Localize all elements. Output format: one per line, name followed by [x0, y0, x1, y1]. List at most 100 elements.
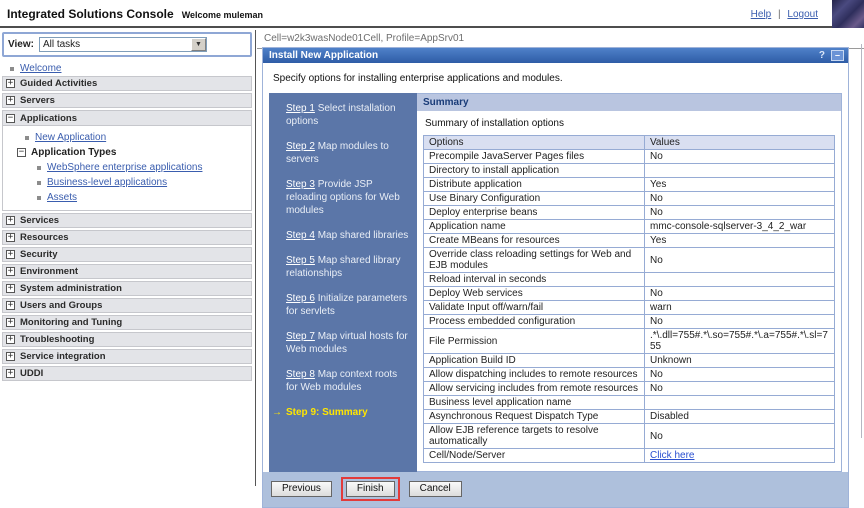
- table-row-file-permission: File Permission.*\.dll=755#.*\.so=755#.*…: [424, 329, 835, 354]
- option-cell: Directory to install application: [424, 164, 645, 178]
- expand-icon[interactable]: +: [6, 96, 15, 105]
- sidebar-section-header-monitoring-and-tuning[interactable]: +Monitoring and Tuning: [2, 315, 252, 330]
- expand-icon[interactable]: +: [6, 250, 15, 259]
- sidebar-section-service-integration: +Service integration: [2, 349, 252, 364]
- wizard-step-step-4[interactable]: Step 4 Map shared libraries: [286, 229, 409, 242]
- step-link-step-1[interactable]: Step 1: [286, 103, 315, 114]
- step-link-step-4[interactable]: Step 4: [286, 230, 315, 241]
- logout-link[interactable]: Logout: [787, 9, 818, 20]
- sidebar-section-label: Security: [20, 249, 58, 260]
- wizard-steps-panel: Step 1 Select installation options Step 2…: [269, 93, 417, 472]
- option-cell: Distribute application: [424, 178, 645, 192]
- step-link-step-2[interactable]: Step 2: [286, 141, 315, 152]
- sidebar-link-new-application[interactable]: New Application: [35, 132, 106, 143]
- sidebar-link-welcome[interactable]: Welcome: [20, 63, 62, 74]
- wizard-step-step-7[interactable]: Step 7 Map virtual hosts for Web modules: [286, 330, 409, 356]
- sidebar-section-header-guided-activities[interactable]: +Guided Activities: [2, 76, 252, 91]
- finish-annotation-box: Finish: [341, 477, 400, 501]
- view-label: View:: [8, 39, 34, 50]
- wizard-step-step-8[interactable]: Step 8 Map context roots for Web modules: [286, 368, 409, 394]
- sidebar-section-label: UDDI: [20, 368, 43, 379]
- wizard-step-step-3[interactable]: Step 3 Provide JSP reloading options for…: [286, 178, 409, 217]
- top-header: Integrated Solutions ConsoleWelcome mule…: [0, 0, 864, 28]
- expand-icon[interactable]: +: [6, 79, 15, 88]
- sidebar: View: All tasks ▼ Welcome +Guided Activit…: [0, 30, 256, 486]
- table-row-asynchronous-request-dispatch-type: Asynchronous Request Dispatch TypeDisabl…: [424, 410, 835, 424]
- sidebar-section-monitoring-and-tuning: +Monitoring and Tuning: [2, 315, 252, 330]
- sidebar-section-header-troubleshooting[interactable]: +Troubleshooting: [2, 332, 252, 347]
- sidebar-link-business-level-applications[interactable]: Business-level applications: [47, 177, 167, 188]
- step-link-step-6[interactable]: Step 6: [286, 293, 315, 304]
- minimize-icon[interactable]: –: [831, 50, 844, 61]
- view-select[interactable]: All tasks ▼: [39, 37, 207, 52]
- sidebar-section-security: + Security: [2, 247, 252, 262]
- option-cell: Precompile JavaServer Pages files: [424, 150, 645, 164]
- step-link-step-8[interactable]: Step 8: [286, 369, 315, 380]
- expand-icon[interactable]: +: [6, 318, 15, 327]
- sidebar-item-assets[interactable]: Assets: [3, 190, 251, 205]
- summary-subtitle: Summary of installation options: [425, 118, 835, 129]
- expand-icon[interactable]: +: [6, 267, 15, 276]
- sidebar-link-assets[interactable]: Assets: [47, 192, 77, 203]
- value-cell: Click here: [645, 449, 835, 463]
- value-cell: No: [645, 382, 835, 396]
- table-row-directory-to-install-application: Directory to install application: [424, 164, 835, 178]
- sidebar-section-header-users-and-groups[interactable]: +Users and Groups: [2, 298, 252, 313]
- sidebar-section-header-applications[interactable]: −Applications: [3, 111, 251, 126]
- expand-icon[interactable]: +: [6, 233, 15, 242]
- wizard-title: Install New Application: [269, 50, 378, 61]
- app-title-text: Integrated Solutions Console: [7, 7, 174, 21]
- collapse-icon[interactable]: −: [6, 114, 15, 123]
- cancel-button[interactable]: Cancel: [409, 481, 462, 497]
- sidebar-section-header-service-integration[interactable]: +Service integration: [2, 349, 252, 364]
- table-row-allow-dispatching-includes-to-remote-resources: Allow dispatching includes to remote res…: [424, 368, 835, 382]
- value-link-cell-node-server[interactable]: Click here: [650, 450, 694, 461]
- expand-icon[interactable]: +: [6, 301, 15, 310]
- expand-icon[interactable]: +: [6, 284, 15, 293]
- sidebar-item-welcome[interactable]: Welcome: [2, 61, 252, 76]
- sidebar-item-new-application[interactable]: New Application: [3, 130, 251, 145]
- option-cell: Validate Input off/warn/fail: [424, 301, 645, 315]
- sidebar-nav: Welcome+Guided Activities+Servers−Applic…: [2, 61, 252, 381]
- sidebar-section-header-services[interactable]: +Services: [2, 213, 252, 228]
- panel-help-icon[interactable]: ?: [819, 50, 825, 61]
- expand-icon[interactable]: +: [6, 335, 15, 344]
- wizard-step-step-5[interactable]: Step 5 Map shared library relationships: [286, 254, 409, 280]
- sidebar-subsection-application-types[interactable]: −Application Types: [3, 145, 251, 160]
- wizard-step-step-2[interactable]: Step 2 Map modules to servers: [286, 140, 409, 166]
- sidebar-section-header-security[interactable]: + Security: [2, 247, 252, 262]
- sidebar-link-websphere-enterprise-applications[interactable]: WebSphere enterprise applications: [47, 162, 202, 173]
- option-cell: Deploy enterprise beans: [424, 206, 645, 220]
- step-link-step-7[interactable]: Step 7: [286, 331, 315, 342]
- help-link[interactable]: Help: [751, 9, 772, 20]
- banner-graphic: [832, 0, 864, 28]
- wizard-step-step-9-summary: →Step 9: Summary: [286, 406, 409, 419]
- sidebar-section-label: Servers: [20, 95, 55, 106]
- sidebar-section-header-system-administration[interactable]: +System administration: [2, 281, 252, 296]
- dropdown-arrow-icon[interactable]: ▼: [191, 38, 206, 51]
- sidebar-item-business-level-applications[interactable]: Business-level applications: [3, 175, 251, 190]
- header-link-divider: |: [778, 9, 781, 20]
- sidebar-section-header-uddi[interactable]: + UDDI: [2, 366, 252, 381]
- wizard-titlebar: Install New Application ? –: [263, 48, 848, 63]
- sidebar-section-header-servers[interactable]: + Servers: [2, 93, 252, 108]
- expand-icon[interactable]: +: [6, 216, 15, 225]
- wizard-step-step-6[interactable]: Step 6 Initialize parameters for servlet…: [286, 292, 409, 318]
- sidebar-item-websphere-enterprise-applications[interactable]: WebSphere enterprise applications: [3, 160, 251, 175]
- expand-icon[interactable]: +: [6, 352, 15, 361]
- expand-icon[interactable]: +: [6, 369, 15, 378]
- wizard-content-panel: Summary Summary of installation options …: [417, 93, 842, 472]
- sidebar-section-header-environment[interactable]: +Environment: [2, 264, 252, 279]
- install-wizard-panel: Install New Application ? – Specify opti…: [262, 47, 849, 508]
- table-row-reload-interval-in-seconds: Reload interval in seconds: [424, 273, 835, 287]
- wizard-step-step-1[interactable]: Step 1 Select installation options: [286, 102, 409, 128]
- sidebar-section-header-resources[interactable]: +Resources: [2, 230, 252, 245]
- sidebar-section-troubleshooting: +Troubleshooting: [2, 332, 252, 347]
- step-link-step-5[interactable]: Step 5: [286, 255, 315, 266]
- step-link-step-3[interactable]: Step 3: [286, 179, 315, 190]
- table-row-application-name: Application namemmc-console-sqlserver-3_…: [424, 220, 835, 234]
- collapse-icon[interactable]: −: [17, 148, 26, 157]
- finish-button[interactable]: Finish: [346, 481, 395, 497]
- previous-button[interactable]: Previous: [271, 481, 332, 497]
- wizard-intro-text: Specify options for installing enterpris…: [263, 63, 848, 93]
